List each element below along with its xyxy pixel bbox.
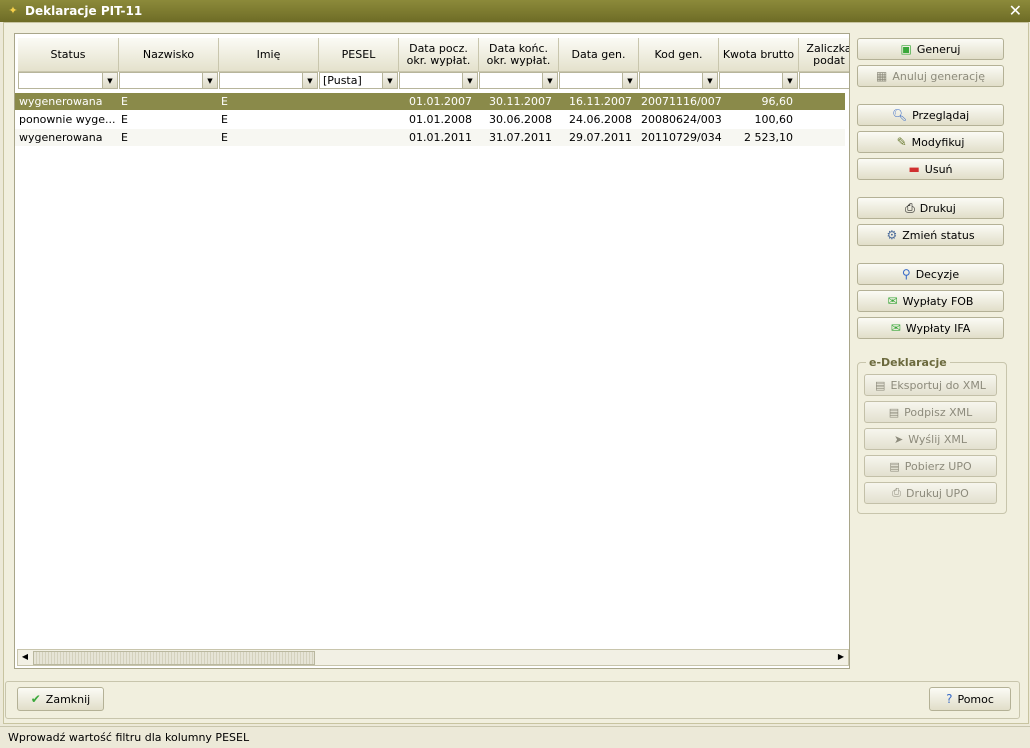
- filter-kod-gen[interactable]: ▼: [639, 72, 718, 89]
- dropdown-arrow-icon[interactable]: ▼: [622, 73, 637, 88]
- filter-pesel[interactable]: [Pusta] ▼: [319, 72, 398, 89]
- magnifier-icon: 🔍︎: [891, 108, 908, 122]
- pomoc-button[interactable]: ? Pomoc: [929, 687, 1011, 711]
- dropdown-arrow-icon[interactable]: ▼: [202, 73, 217, 88]
- status-bar: Wprowadź wartość filtru dla kolumny PESE…: [0, 726, 1030, 748]
- column-header-nazwisko[interactable]: Nazwisko: [119, 38, 219, 72]
- help-icon: ?: [946, 692, 953, 706]
- anuluj-generacje-button[interactable]: ▦ Anuluj generację: [857, 65, 1004, 87]
- e-deklaracje-title: e-Deklaracje: [866, 356, 950, 369]
- send-icon: ➤: [894, 432, 904, 446]
- zamknij-button[interactable]: ✔ Zamknij: [17, 687, 104, 711]
- minus-icon: ▬: [908, 162, 920, 176]
- payment-icon: ✉: [890, 321, 901, 335]
- dropdown-arrow-icon[interactable]: ▼: [702, 73, 717, 88]
- printer-icon: ⎙: [905, 200, 915, 215]
- dropdown-arrow-icon[interactable]: ▼: [302, 73, 317, 88]
- table-row[interactable]: wygenerowana E E 01.01.2007 30.11.2007 1…: [15, 93, 845, 110]
- column-header-kwota-brutto[interactable]: Kwota brutto: [719, 38, 799, 72]
- column-header-data-pocz[interactable]: Data pocz. okr. wypłat.: [399, 38, 479, 72]
- status-text: Wprowadź wartość filtru dla kolumny PESE…: [8, 731, 250, 744]
- sign-icon: ▤: [888, 405, 900, 419]
- filter-kwota-brutto[interactable]: ▼: [719, 72, 798, 89]
- wyslij-xml-button[interactable]: ➤ Wyślij XML: [864, 428, 997, 450]
- column-header-kod-gen[interactable]: Kod gen.: [639, 38, 719, 72]
- filter-data-pocz[interactable]: ▼: [399, 72, 478, 89]
- column-header-status[interactable]: Status: [18, 38, 119, 72]
- scroll-thumb[interactable]: [33, 651, 315, 665]
- dropdown-arrow-icon[interactable]: ▼: [782, 73, 797, 88]
- dropdown-arrow-icon[interactable]: ▼: [542, 73, 557, 88]
- scroll-right-icon[interactable]: ▶: [835, 651, 847, 663]
- close-icon[interactable]: ✕: [1009, 1, 1022, 20]
- title-bar: ✦ Deklaracje PIT-11 ✕: [0, 0, 1030, 22]
- column-header-zaliczka[interactable]: Zaliczka podat: [799, 38, 849, 72]
- horizontal-scrollbar[interactable]: ◀ ▶: [17, 649, 849, 666]
- generuj-button[interactable]: ▣ Generuj: [857, 38, 1004, 60]
- export-icon: ▤: [875, 378, 886, 392]
- column-header-data-gen[interactable]: Data gen.: [559, 38, 639, 72]
- wyplaty-ifa-button[interactable]: ✉ Wypłaty IFA: [857, 317, 1004, 339]
- download-icon: ▤: [889, 459, 900, 473]
- filter-nazwisko[interactable]: ▼: [119, 72, 218, 89]
- column-header-data-konc[interactable]: Data końc. okr. wypłat.: [479, 38, 559, 72]
- generate-icon: ▣: [900, 42, 912, 56]
- filter-zaliczka[interactable]: [799, 72, 849, 89]
- pobierz-upo-button[interactable]: ▤ Pobierz UPO: [864, 455, 997, 477]
- podpisz-xml-button[interactable]: ▤ Podpisz XML: [864, 401, 997, 423]
- modyfikuj-button[interactable]: ✎ Modyfikuj: [857, 131, 1004, 153]
- decisions-icon: ⚲: [901, 267, 911, 281]
- cancel-generation-icon: ▦: [875, 69, 888, 83]
- filter-status[interactable]: ▼: [18, 72, 118, 89]
- wyplaty-fob-button[interactable]: ✉ Wypłaty FOB: [857, 290, 1004, 312]
- column-header-imie[interactable]: Imię: [219, 38, 319, 72]
- decyzje-button[interactable]: ⚲ Decyzje: [857, 263, 1004, 285]
- dropdown-arrow-icon[interactable]: ▼: [382, 73, 397, 88]
- drukuj-button[interactable]: ⎙ Drukuj: [857, 197, 1004, 219]
- edit-icon: ✎: [896, 135, 907, 149]
- scroll-left-icon[interactable]: ◀: [19, 651, 31, 663]
- app-icon: ✦: [8, 4, 18, 17]
- dropdown-arrow-icon[interactable]: ▼: [462, 73, 477, 88]
- drukuj-upo-button[interactable]: ⎙ Drukuj UPO: [864, 482, 997, 504]
- column-header-pesel[interactable]: PESEL: [319, 38, 399, 72]
- window-title: Deklaracje PIT-11: [25, 4, 143, 18]
- eksportuj-xml-button[interactable]: ▤ Eksportuj do XML: [864, 374, 997, 396]
- filter-data-gen[interactable]: ▼: [559, 72, 638, 89]
- declarations-grid: Status Nazwisko Imię PESEL Data pocz. ok…: [14, 33, 850, 669]
- table-row[interactable]: ponownie wyge... E E 01.01.2008 30.06.20…: [15, 111, 845, 128]
- przegladaj-button[interactable]: 🔍︎ Przeglądaj: [857, 104, 1004, 126]
- payment-icon: ✉: [887, 294, 898, 308]
- filter-imie[interactable]: ▼: [219, 72, 318, 89]
- zmien-status-button[interactable]: ⚙ Zmień status: [857, 224, 1004, 246]
- printer-icon: ⎙: [892, 486, 901, 499]
- dropdown-arrow-icon[interactable]: ▼: [102, 73, 117, 88]
- usun-button[interactable]: ▬ Usuń: [857, 158, 1004, 180]
- filter-data-konc[interactable]: ▼: [479, 72, 558, 89]
- status-icon: ⚙: [886, 228, 898, 242]
- check-icon: ✔: [30, 692, 41, 706]
- table-row[interactable]: wygenerowana E E 01.01.2011 31.07.2011 2…: [15, 129, 845, 146]
- bottom-bar: [5, 681, 1020, 719]
